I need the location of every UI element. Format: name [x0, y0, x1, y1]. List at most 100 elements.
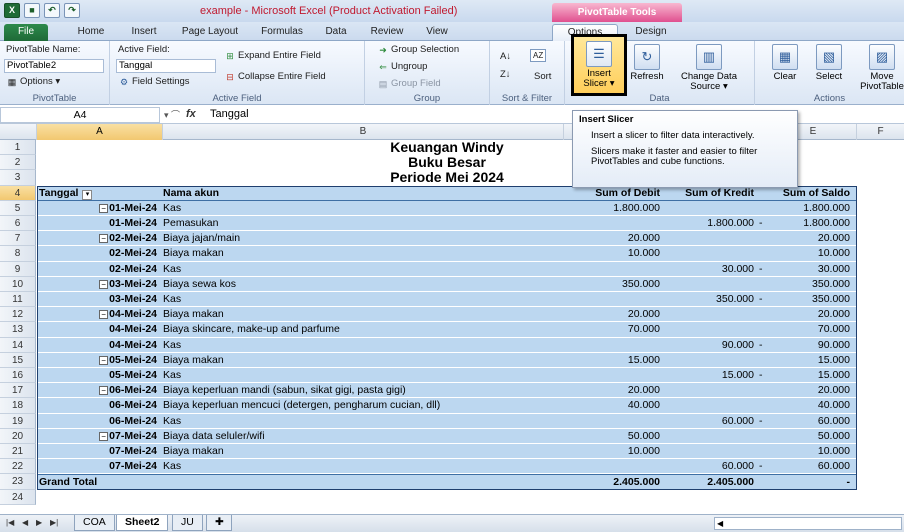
cell-debit[interactable]: 40.000 [564, 398, 660, 413]
cell-saldo[interactable]: 1.800.000 [772, 216, 850, 231]
sheet-tab-sheet2[interactable]: Sheet2 [116, 515, 169, 531]
cell-tanggal[interactable]: 06-Mei-24 [39, 398, 159, 413]
row-number[interactable]: 12 [0, 307, 36, 323]
row-number[interactable]: 14 [0, 337, 36, 353]
row-cells[interactable]: 05-Mei-24 Kas 15.000 - 15.000 [37, 368, 857, 384]
fx-icon[interactable]: fx [186, 108, 196, 120]
cell-nama-akun[interactable]: Kas [163, 414, 563, 429]
cell-tanggal[interactable]: −07-Mei-24 [39, 429, 159, 444]
cell-nama-akun[interactable]: Kas [163, 201, 563, 216]
cell-saldo[interactable]: 20.000 [772, 307, 850, 322]
cell-tanggal[interactable]: 06-Mei-24 [39, 414, 159, 429]
cell-tanggal[interactable]: 04-Mei-24 [39, 322, 159, 337]
cell-nama-akun[interactable]: Pemasukan [163, 216, 563, 231]
cell-nama-akun[interactable]: Kas [163, 262, 563, 277]
group-field-button[interactable]: ▤ Group Field [377, 78, 441, 89]
cell-saldo[interactable]: 20.000 [772, 383, 850, 398]
name-box-dropdown-icon[interactable]: ▾ ⌒ [164, 108, 180, 121]
row-cells[interactable]: −04-Mei-24 Biaya makan 20.000 20.000 [37, 307, 857, 323]
cell-saldo[interactable]: 50.000 [772, 429, 850, 444]
change-data-source-button[interactable]: ▥ Change Data Source ▾ [669, 44, 749, 92]
cell-nama-akun[interactable]: Biaya keperluan mandi (sabun, sikat gigi… [163, 383, 563, 398]
cell-nama-akun[interactable]: Biaya keperluan mencuci (detergen, pengh… [163, 398, 563, 413]
cell-nama-akun[interactable]: Biaya makan [163, 246, 563, 261]
cell-saldo[interactable]: 70.000 [772, 322, 850, 337]
tab-view[interactable]: View [418, 24, 456, 41]
column-header-a[interactable]: A [37, 124, 163, 140]
pivot-header-tanggal[interactable]: Tanggal ▾ [39, 186, 159, 201]
row-number[interactable]: 17 [0, 383, 36, 399]
tab-home[interactable]: Home [68, 24, 114, 41]
collapse-toggle-icon[interactable]: − [99, 386, 109, 396]
row-number[interactable]: 13 [0, 322, 36, 338]
redo-icon[interactable]: ↷ [64, 3, 80, 18]
formula-content[interactable]: Tanggal [210, 108, 249, 120]
tab-insert[interactable]: Insert [122, 24, 166, 41]
cell-tanggal[interactable]: −04-Mei-24 [39, 307, 159, 322]
row-number[interactable]: 10 [0, 276, 36, 292]
pivot-header-nama-akun[interactable]: Nama akun [163, 186, 563, 201]
row-number[interactable]: 19 [0, 413, 36, 429]
cell-tanggal[interactable]: −03-Mei-24 [39, 277, 159, 292]
grand-total-saldo[interactable]: - [772, 475, 851, 490]
select-all-corner[interactable] [0, 124, 37, 140]
ungroup-button[interactable]: ⇐ Ungroup [377, 61, 427, 72]
cell-saldo[interactable]: 1.800.000 [772, 201, 850, 216]
active-field-input[interactable]: Tanggal [116, 59, 216, 73]
row-cells[interactable]: −03-Mei-24 Biaya sewa kos 350.000 350.00… [37, 276, 857, 292]
cell-nama-akun[interactable]: Kas [163, 292, 563, 307]
row-number[interactable]: 4 [0, 185, 36, 201]
refresh-button[interactable]: ↻ Refresh [629, 44, 665, 82]
row-number[interactable]: 9 [0, 261, 36, 277]
row-number[interactable]: 23 [0, 474, 36, 490]
insert-slicer-button[interactable]: ☰ Insert Slicer ▾ [571, 34, 627, 96]
cell-tanggal[interactable]: 07-Mei-24 [39, 459, 159, 474]
collapse-toggle-icon[interactable]: − [99, 203, 109, 213]
undo-icon[interactable]: ↶ [44, 3, 60, 18]
cell-saldo[interactable]: 20.000 [772, 231, 850, 246]
row-cells[interactable]: Grand Total 2.405.000 2.405.000 - [37, 474, 857, 490]
last-sheet-icon[interactable]: ▶| [50, 518, 58, 527]
row-number[interactable]: 22 [0, 459, 36, 475]
tab-page-layout[interactable]: Page Layout [176, 24, 244, 41]
pivottable-name-input[interactable]: PivotTable2 [4, 59, 104, 73]
move-pivottable-button[interactable]: ▨ Move PivotTable [857, 44, 904, 92]
cell-tanggal[interactable]: 07-Mei-24 [39, 444, 159, 459]
cell-debit[interactable]: 15.000 [564, 353, 660, 368]
row-number[interactable]: 21 [0, 444, 36, 460]
row-cells[interactable]: −01-Mei-24 Kas 1.800.000 1.800.000 [37, 200, 857, 216]
row-cells[interactable]: 04-Mei-24 Kas 90.000 - 90.000 [37, 337, 857, 353]
cell-nama-akun[interactable]: Biaya makan [163, 444, 563, 459]
row-number[interactable]: 2 [0, 155, 36, 171]
row-cells[interactable]: 06-Mei-24 Biaya keperluan mencuci (deter… [37, 398, 857, 414]
tab-data[interactable]: Data [318, 24, 354, 41]
cell-debit[interactable]: 20.000 [564, 307, 660, 322]
collapse-toggle-icon[interactable]: − [99, 234, 109, 244]
cell-nama-akun[interactable]: Kas [163, 338, 563, 353]
sheet-tab-coa[interactable]: COA [74, 515, 115, 531]
row-cells[interactable]: 04-Mei-24 Biaya skincare, make-up and pa… [37, 322, 857, 338]
sort-a-z-icon[interactable]: A↓ [500, 51, 511, 62]
cell-nama-akun[interactable]: Biaya jajan/main [163, 231, 563, 246]
row-cells[interactable]: 07-Mei-24 Biaya makan 10.000 10.000 [37, 444, 857, 460]
cell-debit[interactable]: 350.000 [564, 277, 660, 292]
cell-tanggal[interactable]: 02-Mei-24 [39, 262, 159, 277]
next-sheet-icon[interactable]: ▶ [36, 518, 42, 527]
cell-kredit[interactable]: 60.000 [670, 414, 754, 429]
grand-total-label[interactable]: Grand Total [39, 475, 159, 490]
row-cells[interactable]: −06-Mei-24 Biaya keperluan mandi (sabun,… [37, 383, 857, 399]
row-cells[interactable]: −05-Mei-24 Biaya makan 15.000 15.000 [37, 352, 857, 368]
cell-tanggal[interactable]: −05-Mei-24 [39, 353, 159, 368]
row-cells[interactable]: −07-Mei-24 Biaya data seluler/wifi 50.00… [37, 428, 857, 444]
collapse-toggle-icon[interactable]: − [99, 310, 109, 320]
cell-tanggal[interactable]: 05-Mei-24 [39, 368, 159, 383]
row-number[interactable]: 7 [0, 231, 36, 247]
grand-total-debit[interactable]: 2.405.000 [564, 475, 660, 490]
cell-nama-akun[interactable]: Biaya skincare, make-up and parfume [163, 322, 563, 337]
cell-saldo[interactable]: 40.000 [772, 398, 850, 413]
options-button[interactable]: ▦ Options ▾ [6, 76, 60, 87]
insert-sheet-icon[interactable]: ✚ [206, 515, 232, 531]
row-number[interactable]: 5 [0, 200, 36, 216]
collapse-toggle-icon[interactable]: − [99, 279, 109, 289]
cell-debit[interactable]: 10.000 [564, 444, 660, 459]
